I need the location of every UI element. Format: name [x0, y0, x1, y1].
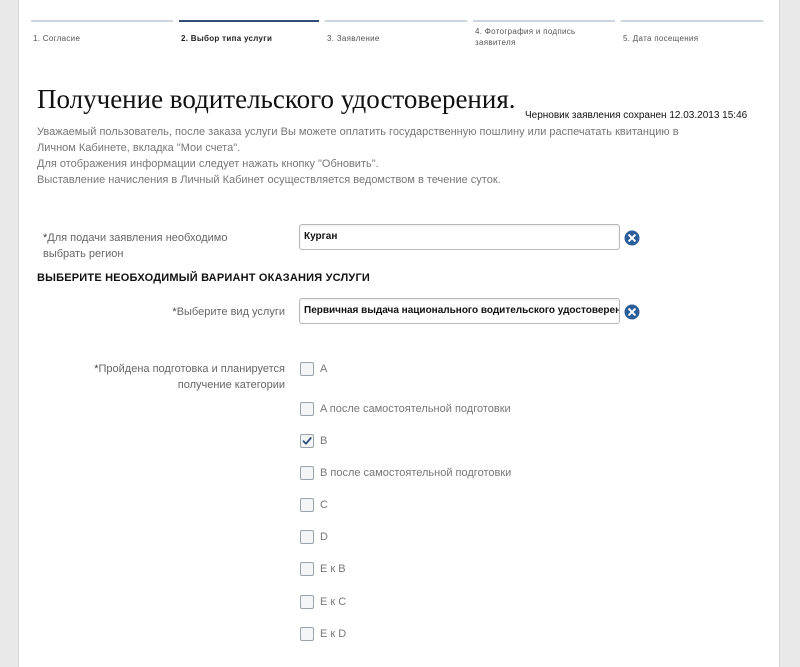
step-photo-signature[interactable]: 4. Фотография и подпись заявителя — [473, 20, 615, 52]
category-label: B после самостоятельной подготовки — [320, 467, 512, 479]
step-label: 2. Выбор типа услуги — [181, 34, 273, 43]
checkbox[interactable] — [300, 466, 314, 480]
step-visit-date[interactable]: 5. Дата посещения — [621, 20, 763, 52]
category-label: A после самостоятельной подготовки — [320, 403, 511, 415]
info-line: Для отображения информации следует нажат… — [37, 158, 379, 170]
step-application[interactable]: 3. Заявление — [325, 20, 467, 52]
section-title: ВЫБЕРИТЕ НЕОБХОДИМЫЙ ВАРИАНТ ОКАЗАНИЯ УС… — [37, 272, 371, 284]
checkbox[interactable] — [300, 402, 314, 416]
category-label: D — [320, 531, 328, 543]
region-label-line2: выбрать регион — [43, 248, 124, 260]
checkbox[interactable] — [300, 362, 314, 376]
category-label: E к C — [320, 596, 347, 608]
info-line: Уважаемый пользователь, после заказа усл… — [37, 126, 679, 138]
info-text: Уважаемый пользователь, после заказа усл… — [37, 124, 757, 188]
checkmark-icon — [302, 437, 312, 445]
checkbox[interactable] — [300, 595, 314, 609]
step-label: 4. Фотография и подпись заявителя — [475, 27, 576, 47]
page-title: Получение водительского удостоверения. — [37, 84, 516, 114]
step-agreement[interactable]: 1. Согласие — [31, 20, 173, 52]
step-label: 3. Заявление — [327, 34, 380, 43]
category-label: E к D — [320, 628, 347, 640]
step-label: 5. Дата посещения — [623, 34, 699, 43]
checkbox[interactable] — [300, 530, 314, 544]
clear-service-icon[interactable] — [624, 304, 640, 320]
service-type-field[interactable]: Первичная выдача национального водительс… — [299, 298, 620, 324]
category-label: C — [320, 499, 328, 511]
categories-label: *Пройдена подготовка и планируется получ… — [43, 361, 285, 393]
categories-label-line1: Пройдена подготовка и планируется — [98, 363, 285, 375]
category-label: E к B — [320, 563, 346, 575]
region-label: *Для подачи заявления необходимо выбрать… — [43, 230, 263, 262]
checkbox[interactable] — [300, 498, 314, 512]
checkbox[interactable] — [300, 434, 314, 448]
info-line: Личном Кабинете, вкладка "Мои счета". — [37, 142, 241, 154]
checkbox[interactable] — [300, 562, 314, 576]
checkbox[interactable] — [300, 627, 314, 641]
info-line: Выставление начисления в Личный Кабинет … — [37, 174, 501, 186]
category-label: A — [320, 363, 328, 375]
clear-region-icon[interactable] — [624, 230, 640, 246]
region-field[interactable]: Курган — [299, 224, 620, 250]
step-service-type[interactable]: 2. Выбор типа услуги — [179, 20, 319, 52]
region-label-line1: Для подачи заявления необходимо — [47, 232, 228, 244]
step-label: 1. Согласие — [33, 34, 81, 43]
draft-status: Черновик заявления сохранен 12.03.2013 1… — [525, 110, 748, 121]
service-label-text: Выберите вид услуги — [176, 306, 285, 318]
form-page: 1. Согласие 2. Выбор типа услуги 3. Заяв… — [18, 0, 780, 667]
categories-label-line2: получение категории — [177, 379, 285, 391]
category-label: B — [320, 435, 328, 447]
service-label: *Выберите вид услуги — [43, 304, 285, 320]
